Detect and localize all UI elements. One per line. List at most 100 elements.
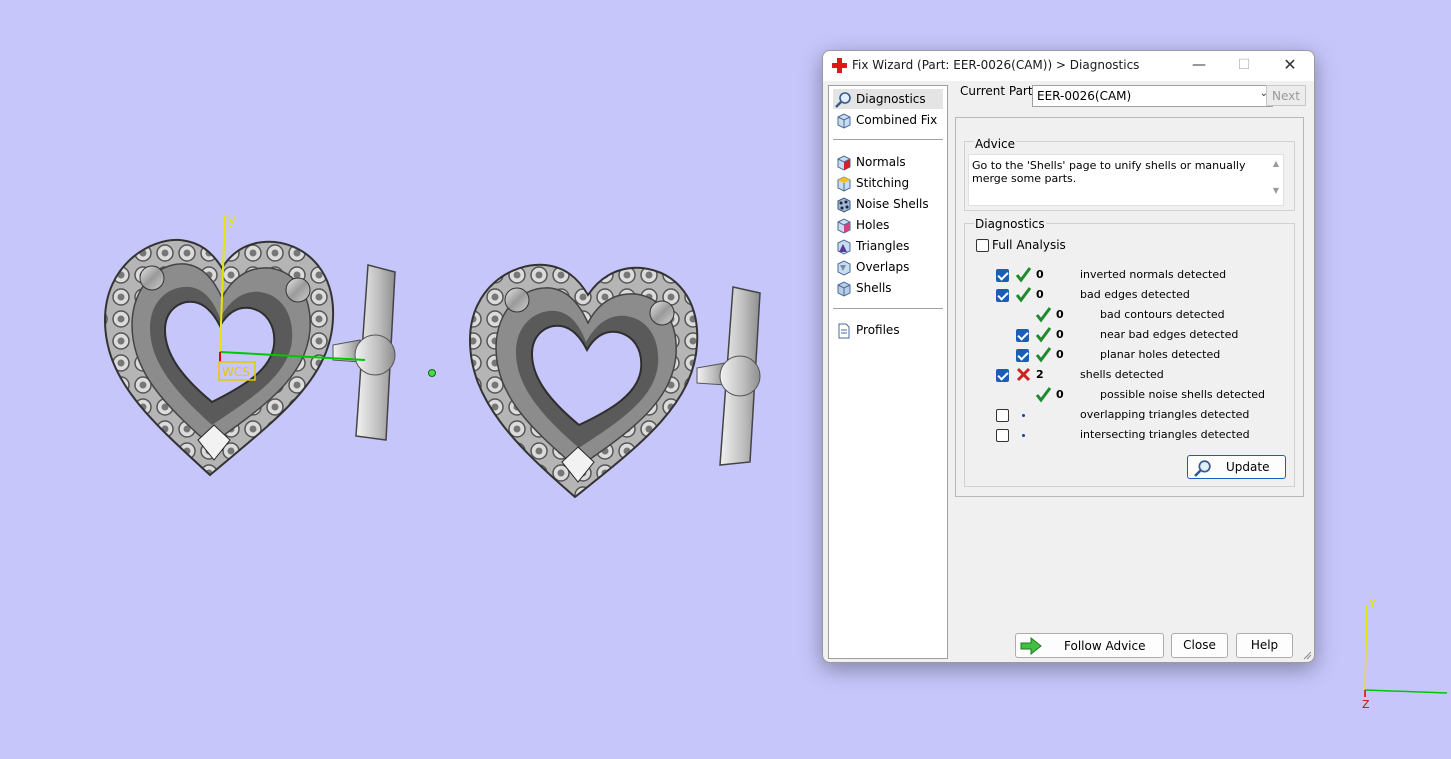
planar-holes-label: planar holes detected (1100, 348, 1221, 361)
check-icon (1035, 387, 1052, 403)
bad-edges-checkbox[interactable] (996, 289, 1009, 302)
follow-advice-label: Follow Advice (1064, 639, 1146, 653)
nav-label-triangles: Triangles (856, 239, 910, 253)
diagnostics-title: Diagnostics (974, 217, 1046, 231)
nav-item-shells[interactable]: Shells (833, 278, 943, 298)
full-analysis-checkbox[interactable] (976, 239, 989, 252)
inverted-normals-label: inverted normals detected (1080, 268, 1227, 281)
noise-shells-icon (837, 197, 851, 213)
overlapping-triangles-checkbox[interactable] (996, 409, 1009, 422)
update-label: Update (1226, 460, 1270, 474)
advice-title: Advice (974, 137, 1017, 151)
left-earring-model (103, 238, 396, 477)
close-window-button[interactable]: ✕ (1267, 51, 1313, 81)
bad-contours-count: 0 (1056, 308, 1064, 321)
advice-textbox[interactable]: Go to the 'Shells' page to unify shells … (968, 154, 1284, 206)
normals-cube-icon (837, 155, 851, 171)
next-button[interactable]: Next (1266, 85, 1306, 106)
nav-item-diagnostics[interactable]: Diagnostics (833, 89, 943, 109)
magnifier-icon (835, 92, 851, 108)
pending-dot-icon (1022, 434, 1025, 437)
shells-count: 2 (1036, 368, 1044, 381)
close-button[interactable]: Close (1171, 633, 1228, 658)
nav-label-noise-shells: Noise Shells (856, 197, 929, 211)
intersecting-triangles-checkbox[interactable] (996, 429, 1009, 442)
nav-separator (833, 139, 943, 140)
nav-label-combined-fix: Combined Fix (856, 113, 938, 127)
nav-separator (833, 308, 943, 309)
green-arrow-icon (1020, 637, 1042, 655)
overlaps-cube-icon (837, 260, 851, 276)
intersecting-triangles-label: intersecting triangles detected (1080, 428, 1250, 441)
y-axis-label: y (228, 213, 236, 228)
wizard-nav-panel: Diagnostics Combined Fix Normals Stitchi… (828, 85, 948, 659)
check-icon (1015, 267, 1032, 283)
planar-holes-count: 0 (1056, 348, 1064, 361)
nav-item-noise-shells[interactable]: Noise Shells (833, 194, 943, 214)
bad-edges-count: 0 (1036, 288, 1044, 301)
dialog-title: Fix Wizard (Part: EER-0026(CAM)) > Diagn… (852, 58, 1140, 72)
advice-text: Go to the 'Shells' page to unify shells … (972, 159, 1246, 185)
check-icon (1035, 307, 1052, 323)
cube-icon (837, 113, 851, 129)
nav-item-stitching[interactable]: Stitching (833, 173, 943, 193)
bad-edges-label: bad edges detected (1080, 288, 1190, 301)
nav-label-normals: Normals (856, 155, 906, 169)
inverted-normals-count: 0 (1036, 268, 1044, 281)
check-icon (1035, 347, 1052, 363)
overlapping-triangles-label: overlapping triangles detected (1080, 408, 1250, 421)
current-part-value: EER-0026(CAM) (1037, 89, 1132, 103)
maximize-button[interactable]: ☐ (1221, 51, 1267, 81)
help-button[interactable]: Help (1236, 633, 1293, 658)
magnifier-icon (1194, 460, 1211, 477)
title-bar[interactable]: Fix Wizard (Part: EER-0026(CAM)) > Diagn… (823, 51, 1314, 81)
triangles-cube-icon (837, 239, 851, 255)
nav-item-combined-fix[interactable]: Combined Fix (833, 110, 943, 130)
nav-label-holes: Holes (856, 218, 890, 232)
advice-scrollbar[interactable]: ▲ ▼ (1271, 159, 1281, 205)
red-cross-icon (832, 58, 847, 73)
follow-advice-button[interactable]: Follow Advice (1015, 633, 1164, 658)
nav-label-shells: Shells (856, 281, 892, 295)
nav-label-profiles: Profiles (856, 323, 900, 337)
shells-label: shells detected (1080, 368, 1164, 381)
resize-grip-icon[interactable] (1302, 650, 1312, 660)
error-x-icon (1016, 367, 1031, 382)
document-icon (838, 323, 850, 339)
shells-checkbox[interactable] (996, 369, 1009, 382)
bad-contours-label: bad contours detected (1100, 308, 1225, 321)
pending-dot-icon (1022, 414, 1025, 417)
current-part-select[interactable]: EER-0026(CAM) ⌄ (1032, 85, 1273, 107)
noise-shells-count: 0 (1056, 388, 1064, 401)
nav-label-stitching: Stitching (856, 176, 910, 190)
nav-item-holes[interactable]: Holes (833, 215, 943, 235)
mini-axis-triad (1364, 604, 1448, 697)
nav-item-profiles[interactable]: Profiles (833, 320, 943, 340)
right-earring-model (468, 263, 761, 499)
minimize-button[interactable]: — (1176, 51, 1222, 81)
planar-holes-checkbox[interactable] (1016, 349, 1029, 362)
fix-wizard-dialog: Fix Wizard (Part: EER-0026(CAM)) > Diagn… (822, 50, 1315, 663)
nav-label-overlaps: Overlaps (856, 260, 910, 274)
wcs-label: WCS (222, 365, 250, 379)
noise-shells-label: possible noise shells detected (1100, 388, 1266, 401)
nav-label-diagnostics: Diagnostics (856, 92, 926, 106)
near-bad-edges-label: near bad edges detected (1100, 328, 1239, 341)
check-icon (1015, 287, 1032, 303)
stitching-cube-icon (837, 176, 851, 192)
diagnostics-page: Advice Go to the 'Shells' page to unify … (955, 117, 1304, 497)
near-bad-edges-checkbox[interactable] (1016, 329, 1029, 342)
near-bad-edges-count: 0 (1056, 328, 1064, 341)
full-analysis-label: Full Analysis (992, 238, 1066, 252)
current-part-label: Current Part: (960, 84, 1037, 98)
inverted-normals-checkbox[interactable] (996, 269, 1009, 282)
nav-item-normals[interactable]: Normals (833, 152, 943, 172)
mini-axis-z-label: Z (1362, 698, 1370, 711)
update-button[interactable]: Update (1187, 455, 1286, 479)
mini-axis-y-label: Y (1368, 597, 1376, 610)
nav-item-overlaps[interactable]: Overlaps (833, 257, 943, 277)
check-icon (1035, 327, 1052, 343)
nav-item-triangles[interactable]: Triangles (833, 236, 943, 256)
pivot-point[interactable] (428, 369, 436, 377)
holes-cube-icon (837, 218, 851, 234)
